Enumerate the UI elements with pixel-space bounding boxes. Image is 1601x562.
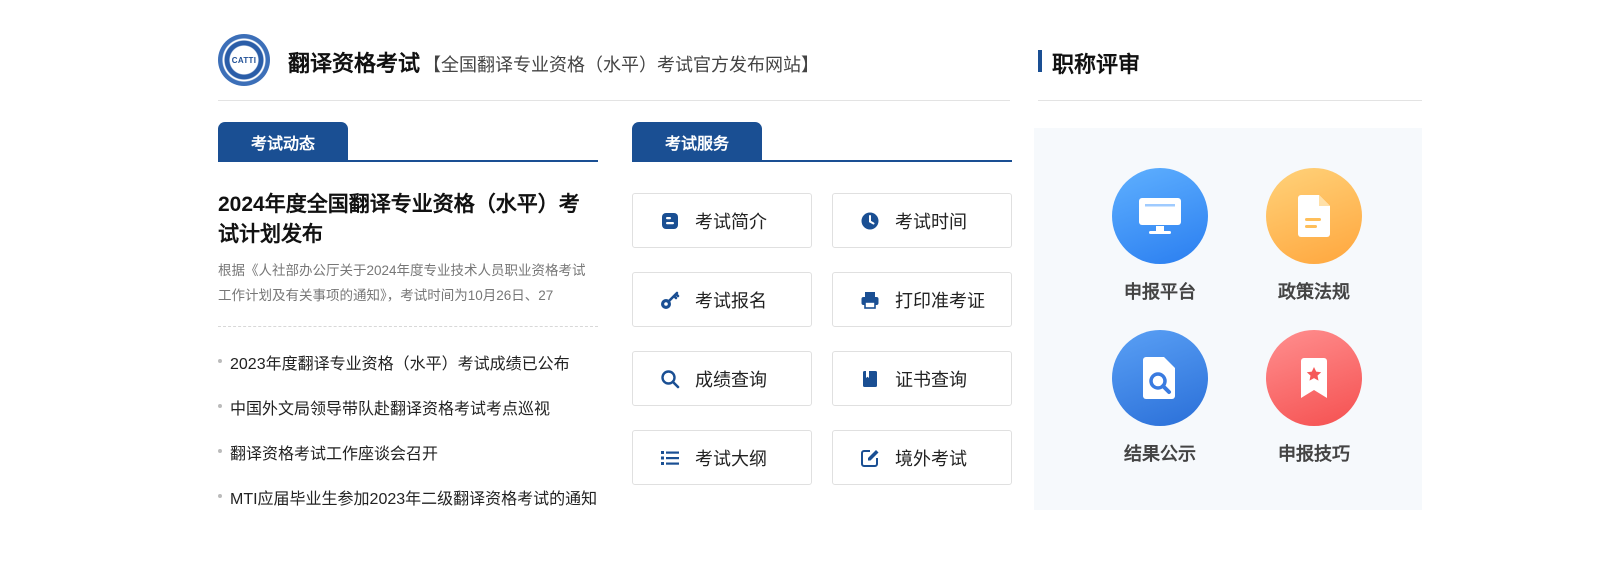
site-title[interactable]: 翻译资格考试 [288, 46, 420, 78]
services-tabbar: 考试服务 [632, 122, 1012, 162]
exam-syllabus-button[interactable]: 考试大纲 [632, 430, 812, 485]
evaluation-header: 职称评审 [1038, 34, 1422, 101]
bullet [218, 404, 222, 408]
tab-exam-news[interactable]: 考试动态 [218, 122, 348, 162]
logo-text: CATTI [231, 55, 257, 65]
overseas-exam-button[interactable]: 境外考试 [832, 430, 1012, 485]
site-subtitle: 【全国翻译专业资格（水平）考试官方发布网站】 [423, 55, 819, 75]
book-icon [859, 368, 881, 390]
panel-item-label: 政策法规 [1278, 282, 1350, 302]
panel-item-label: 申报平台 [1124, 282, 1196, 302]
tab-exam-services[interactable]: 考试服务 [632, 122, 762, 162]
news-tabbar: 考试动态 [218, 122, 598, 162]
news-link[interactable]: MTI应届毕业生参加2023年二级翻译资格考试的通知 [230, 485, 597, 509]
button-label: 打印准考证 [895, 290, 985, 311]
evaluation-title: 职称评审 [1052, 52, 1141, 77]
blogger-icon [659, 210, 681, 232]
news-list: 2023年度翻译专业资格（水平）考试成绩已公布 中国外文局领导带队赴翻译资格考试… [218, 350, 608, 530]
list-item[interactable]: 翻译资格考试工作座谈会召开 [218, 440, 608, 485]
featured-news-title[interactable]: 2024年度全国翻译专业资格（水平）考试计划发布 [218, 190, 598, 250]
bullet [218, 449, 222, 453]
exam-intro-button[interactable]: 考试简介 [632, 193, 812, 248]
application-platform-link[interactable]: 申报平台 [1100, 168, 1220, 304]
news-link[interactable]: 翻译资格考试工作座谈会召开 [230, 440, 438, 464]
result-publicity-link[interactable]: 结果公示 [1100, 330, 1220, 466]
catti-logo[interactable]: CATTI [218, 34, 270, 86]
divider [218, 326, 598, 327]
exam-registration-button[interactable]: 考试报名 [632, 272, 812, 327]
list-item[interactable]: 2023年度翻译专业资格（水平）考试成绩已公布 [218, 350, 608, 395]
file-search-icon [1112, 330, 1208, 426]
list-item[interactable]: 中国外文局领导带队赴翻译资格考试考点巡视 [218, 395, 608, 440]
application-tips-link[interactable]: 申报技巧 [1254, 330, 1374, 466]
certificate-query-button[interactable]: 证书查询 [832, 351, 1012, 406]
button-label: 考试简介 [695, 211, 767, 232]
monitor-icon [1112, 168, 1208, 264]
print-admission-ticket-button[interactable]: 打印准考证 [832, 272, 1012, 327]
list-item[interactable]: MTI应届毕业生参加2023年二级翻译资格考试的通知 [218, 485, 608, 530]
bullet [218, 359, 222, 363]
button-label: 考试大纲 [695, 448, 767, 469]
score-query-button[interactable]: 成绩查询 [632, 351, 812, 406]
news-link[interactable]: 中国外文局领导带队赴翻译资格考试考点巡视 [230, 395, 550, 419]
bullet [218, 494, 222, 498]
news-link[interactable]: 2023年度翻译专业资格（水平）考试成绩已公布 [230, 350, 570, 374]
evaluation-panel: 申报平台 政策法规 结果公示 申报技巧 [1034, 128, 1422, 510]
featured-news-summary: 根据《人社部办公厅关于2024年度专业技术人员职业资格考试工作计划及有关事项的通… [218, 263, 586, 303]
panel-item-label: 申报技巧 [1278, 444, 1350, 464]
button-label: 成绩查询 [695, 369, 767, 390]
exam-time-button[interactable]: 考试时间 [832, 193, 1012, 248]
search-icon [659, 368, 681, 390]
printer-icon [859, 289, 881, 311]
bookmark-star-icon [1266, 330, 1362, 426]
button-label: 考试报名 [695, 290, 767, 311]
button-label: 考试时间 [895, 211, 967, 232]
button-label: 证书查询 [895, 369, 967, 390]
clock-icon [859, 210, 881, 232]
site-header: CATTI 翻译资格考试 【全国翻译专业资格（水平）考试官方发布网站】 [218, 34, 1010, 101]
title-accent-bar [1038, 50, 1042, 72]
panel-item-label: 结果公示 [1124, 444, 1196, 464]
list-icon [659, 447, 681, 469]
edit-icon [859, 447, 881, 469]
key-icon [659, 289, 681, 311]
button-label: 境外考试 [895, 448, 967, 469]
document-icon [1266, 168, 1362, 264]
policy-regulations-link[interactable]: 政策法规 [1254, 168, 1374, 304]
